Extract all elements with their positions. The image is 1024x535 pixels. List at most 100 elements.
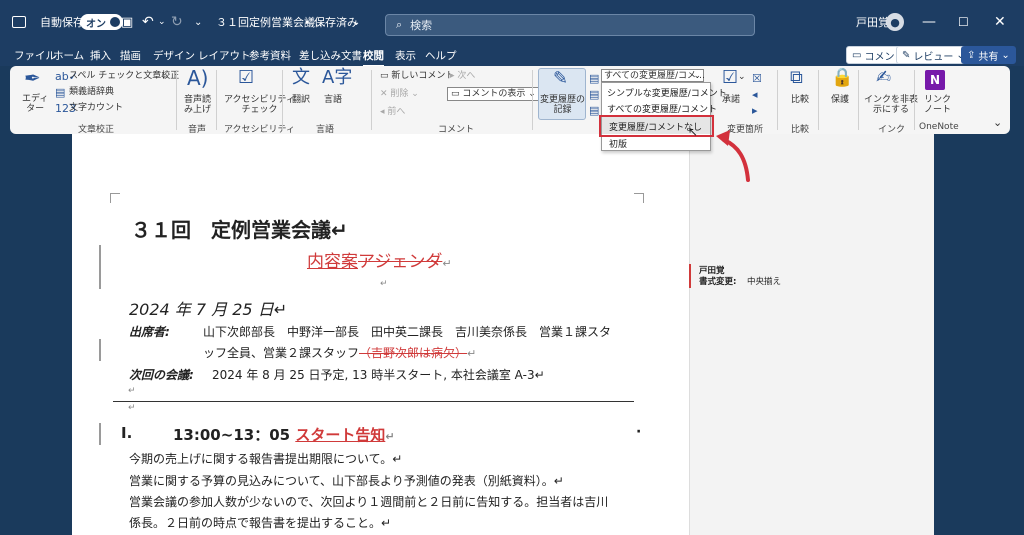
bullet-dot: ·	[636, 424, 642, 440]
maximize-icon[interactable]: ☐	[958, 0, 969, 44]
share-icon: ⇪	[967, 49, 976, 61]
section-time: 13:00~13：05	[173, 426, 291, 444]
balloon-value: 中央揃え	[747, 277, 782, 287]
menu-bar: ファイル ホーム 挿入 描画 デザイン レイアウト 参考資料 差し込み文書 校閲…	[0, 44, 1024, 67]
group-separator	[282, 70, 283, 130]
tab-file[interactable]: ファイル	[14, 48, 56, 63]
new-comment-button[interactable]: ▭ 新しいコメント	[380, 71, 454, 81]
thesaurus-button[interactable]: 類義語辞典	[69, 87, 114, 97]
accept-dropdown-icon[interactable]: ⌄	[738, 72, 746, 82]
protect-button[interactable]: 保護	[831, 95, 849, 105]
delete-comment-button: ✕ 削除 ⌄	[380, 89, 419, 99]
avatar[interactable]: ●	[886, 0, 904, 44]
save-icon[interactable]: ▣	[121, 0, 133, 44]
option-original[interactable]: 初版	[609, 137, 627, 150]
group-onenote-label: OneNote	[919, 122, 959, 132]
search-box[interactable]: ⌕ 検索	[385, 14, 755, 36]
ink-icon: ✍	[876, 67, 892, 88]
delete-comment-label: 削除	[390, 89, 409, 99]
previous-change-icon[interactable]: ◂	[752, 87, 758, 103]
tab-draw[interactable]: 描画	[120, 48, 141, 63]
compare-button[interactable]: 比較	[791, 95, 809, 105]
editor-button[interactable]: エディ ター	[22, 94, 48, 114]
markup-icon: ▤	[589, 72, 600, 85]
inserted-text: スタート告知	[295, 426, 386, 444]
tab-design[interactable]: デザイン	[153, 48, 195, 63]
group-separator	[777, 70, 778, 130]
next-change-icon[interactable]: ▸	[752, 103, 758, 119]
group-separator	[818, 70, 819, 130]
title-chevron-icon[interactable]: ⌄	[352, 0, 360, 44]
track-changes-label: 変更履歴の 記録	[540, 95, 586, 115]
language-icon: A字	[322, 67, 353, 88]
autosave-toggle-state: オン	[86, 18, 106, 30]
word-count-button[interactable]: 文字カウント	[69, 103, 123, 113]
pen-icon: ✎	[902, 49, 911, 61]
accept-icon: ☑	[722, 67, 739, 88]
search-icon: ⌕	[396, 18, 403, 31]
paragraph-mark: ↵	[442, 257, 452, 270]
read-aloud-button[interactable]: 音声読 み上げ	[184, 95, 211, 115]
translate-button[interactable]: 翻訳	[292, 95, 310, 105]
protect-icon: 🔒	[831, 67, 854, 88]
reject-icon[interactable]: ☒	[752, 71, 762, 87]
language-button[interactable]: 言語	[324, 95, 342, 105]
new-comment-icon: ▭	[380, 71, 392, 81]
autosave-toggle[interactable]: オン	[80, 0, 123, 44]
tab-layout[interactable]: レイアウト	[198, 48, 251, 63]
spelling-dropdown-icon[interactable]: ⌄	[160, 71, 168, 81]
undo-dropdown-icon[interactable]: ⌄	[158, 0, 166, 44]
balloon-label: 書式変更:	[699, 277, 737, 287]
attendees-line-2-text: ッフ全員、営業２課スタッフ	[203, 346, 360, 360]
show-comments-button[interactable]: ▭ コメントの表示 ⌄	[447, 87, 540, 101]
tab-help[interactable]: ヘルプ	[425, 48, 457, 63]
qat-overflow-icon[interactable]: ⌄	[194, 0, 202, 44]
previous-comment-label: 前へ	[387, 107, 406, 117]
paragraph-mark: ↵	[380, 279, 388, 289]
save-status[interactable]: • 保存済み	[304, 0, 358, 44]
review-mode-button[interactable]: ✎レビュー⌄	[896, 46, 971, 64]
paragraph-mark: ↵	[128, 386, 136, 396]
tab-home[interactable]: ホーム	[53, 48, 84, 63]
option-all-markup[interactable]: すべての変更履歴/コメント	[607, 102, 717, 115]
crop-mark	[110, 193, 120, 203]
track-changes-icon: ✎	[553, 68, 569, 89]
tab-review[interactable]: 校閲	[363, 48, 384, 67]
option-simple-markup[interactable]: シンプルな変更履歴/コメント	[607, 86, 727, 99]
collapse-ribbon-icon[interactable]: ⌄	[993, 117, 1002, 128]
reviewing-pane-icon[interactable]: ▤	[589, 103, 599, 119]
tab-insert[interactable]: 挿入	[90, 48, 111, 63]
delete-icon: ✕	[380, 89, 391, 99]
chevron-down-icon: ⌄	[693, 71, 701, 81]
inserted-text: 内容案	[307, 252, 358, 272]
linked-notes-button[interactable]: リンク ノート	[924, 95, 951, 115]
close-icon[interactable]: ✕	[994, 0, 1006, 44]
tab-mailings[interactable]: 差し込み文書	[299, 48, 362, 63]
group-separator	[371, 70, 372, 130]
group-separator	[532, 70, 533, 130]
tab-references[interactable]: 参考資料	[249, 48, 291, 63]
balloon-marker	[689, 264, 691, 288]
user-name[interactable]: 戸田覚	[856, 0, 889, 44]
show-markup-icon[interactable]: ▤	[589, 87, 599, 103]
section-number: I.	[121, 424, 133, 442]
hide-ink-button[interactable]: インクを非表 示にする	[864, 95, 918, 115]
share-button[interactable]: ⇪ 共有 ⌄	[961, 46, 1016, 64]
group-separator	[176, 70, 177, 130]
minimize-icon[interactable]: —	[922, 0, 936, 44]
translate-icon: 文	[292, 67, 310, 88]
tab-view[interactable]: 表示	[395, 48, 416, 63]
accessibility-check-button[interactable]: アクセシビリティ チェック	[224, 95, 295, 115]
attendees-line-2: ッフ全員、営業２課スタッフ（吉野次郎は病欠）↵	[203, 344, 476, 361]
word-app-icon[interactable]	[12, 0, 26, 44]
attendees-label: 出席者:	[129, 325, 170, 339]
autosave-label: 自動保存	[40, 16, 84, 29]
markup-view-select[interactable]: すべての変更履歴/コメ… ⌄	[601, 69, 705, 82]
group-separator	[216, 70, 217, 130]
undo-icon[interactable]: ↶	[142, 0, 154, 44]
change-bar	[99, 339, 101, 361]
next-meeting-label: 次回の会議:	[129, 368, 194, 382]
share-button-label: 共有	[978, 51, 999, 63]
paragraph-mark: ↵	[467, 347, 477, 360]
comments-pane-icon: ▭	[451, 89, 463, 99]
